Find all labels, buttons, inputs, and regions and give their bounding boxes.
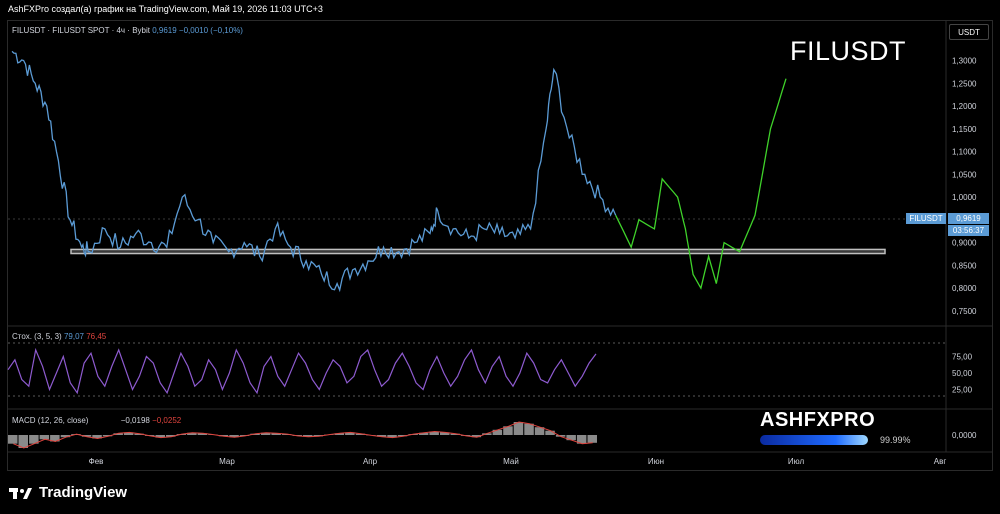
macd-tick-label: 0,0000 xyxy=(952,431,977,440)
tradingview-footer[interactable]: TradingView xyxy=(9,484,127,501)
projection-series xyxy=(615,78,787,290)
stoch-tick-label: 25,00 xyxy=(952,386,973,395)
time-tick-label: Май xyxy=(503,457,519,466)
symbol-price: 0,9619 xyxy=(152,26,177,35)
time-tick-label: Июн xyxy=(648,457,664,466)
price-tick-label: 0,7500 xyxy=(952,307,977,316)
price-tag-label: FILUSDT xyxy=(906,213,946,224)
stoch-d-value: 76,45 xyxy=(86,332,107,341)
price-tag-timer: 03:56:37 xyxy=(948,225,989,236)
symbol-change: −0,0010 (−0,10%) xyxy=(178,26,243,35)
stoch-tick-label: 50,00 xyxy=(952,369,973,378)
macd-axis-ticks: 0,0000 xyxy=(952,431,977,440)
macd-histogram xyxy=(8,421,597,449)
price-tick-label: 0,9000 xyxy=(952,239,977,248)
macd-label: MACD (12, 26, close) xyxy=(12,416,89,425)
price-tick-label: 1,2000 xyxy=(952,102,977,111)
time-tick-label: Июл xyxy=(788,457,805,466)
symbol-legend: FILUSDT · FILUSDT SPOT · 4ч · Bybit 0,96… xyxy=(12,26,243,35)
stoch-axis-ticks: 75,00 50,00 25,00 xyxy=(952,353,973,395)
macd-legend: MACD (12, 26, close) −0,0198 −0,0252 xyxy=(12,416,181,425)
watermark-percent: 99.99% xyxy=(880,435,911,445)
macd-bar xyxy=(524,423,534,435)
ashfxpro-watermark: ASHFXPRO 99.99% xyxy=(760,409,920,445)
stoch-tick-label: 75,00 xyxy=(952,353,973,362)
stoch-legend: Стох. (3, 5, 3) 79,07 76,45 xyxy=(12,332,106,341)
time-tick-label: Мар xyxy=(219,457,235,466)
footer-brand: TradingView xyxy=(39,484,128,501)
price-tick-label: 1,1000 xyxy=(952,148,977,157)
watermark-progress-bar xyxy=(760,435,868,445)
stoch-k-value: 79,07 xyxy=(63,332,84,341)
macd-bar xyxy=(587,435,597,443)
price-tick-label: 1,0000 xyxy=(952,193,977,202)
price-axis-ticks: 1,3000 1,2500 1,2000 1,1500 1,1000 1,0500 1,00… xyxy=(952,56,977,315)
price-tick-label: 0,8500 xyxy=(952,261,977,270)
macd-bar xyxy=(39,435,50,440)
price-tick-label: 0,8000 xyxy=(952,284,977,293)
price-tick-label: 1,1500 xyxy=(952,125,977,134)
time-tick-label: Авг xyxy=(934,457,947,466)
price-tag: FILUSDT 0,9619 03:56:37 xyxy=(906,213,989,237)
time-tick-label: Фев xyxy=(89,457,104,466)
macd-value-1: −0,0198 xyxy=(120,416,150,425)
stoch-line xyxy=(7,347,597,395)
support-zone xyxy=(70,248,886,255)
time-tick-label: Апр xyxy=(363,457,378,466)
stoch-series xyxy=(7,347,597,395)
stoch-label: Стох. (3, 5, 3) xyxy=(12,332,62,341)
tradingview-logo-icon xyxy=(9,487,32,499)
macd-bar xyxy=(8,435,18,444)
watermark-brand: ASHFXPRO xyxy=(760,409,876,431)
price-tick-label: 1,3000 xyxy=(952,56,977,65)
support-box xyxy=(70,248,886,255)
projection-line xyxy=(615,78,787,290)
price-tick-label: 1,2500 xyxy=(952,79,977,88)
price-tick-label: 1,0500 xyxy=(952,170,977,179)
currency-button[interactable]: USDT xyxy=(949,24,989,40)
price-tag-price: 0,9619 xyxy=(948,213,989,224)
time-axis-ticks: Фев Мар Апр Май Июн Июл Авг xyxy=(89,457,947,466)
symbol-name: FILUSDT · FILUSDT SPOT · 4ч · Bybit xyxy=(12,26,150,35)
big-symbol-label: FILUSDT xyxy=(790,36,907,66)
macd-value-2: −0,0252 xyxy=(152,416,182,425)
